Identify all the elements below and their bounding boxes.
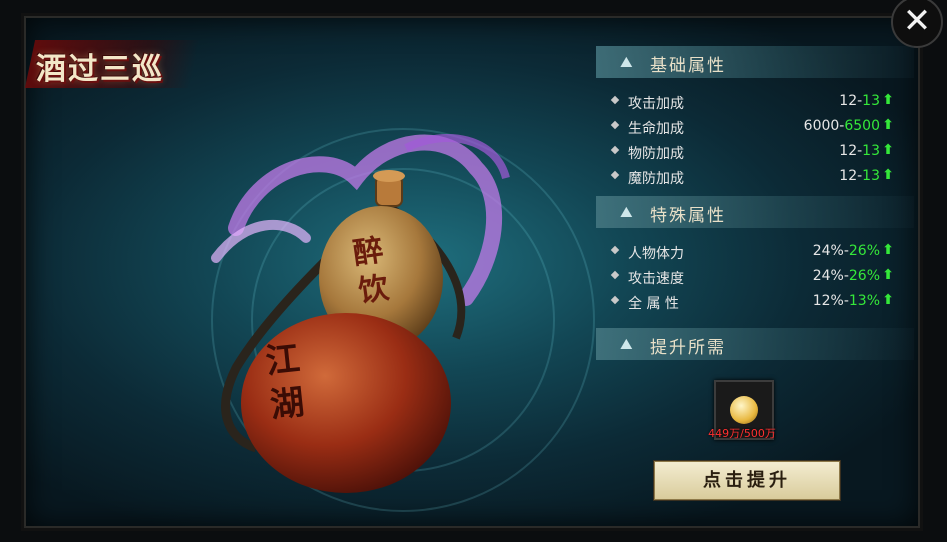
attr-row: 攻击加成 12-13 ⬆ — [606, 91, 906, 113]
attribute-panel: ⛰ 基础属性 攻击加成 12-13 ⬆ 生命加成 6000-6500 ⬆ 物防加… — [596, 30, 914, 522]
mountain-cloud-icon: ⛰ — [620, 335, 633, 353]
section-label: 提升所需 — [650, 338, 726, 358]
attr-value: 12-13 — [839, 93, 880, 109]
attr-name: 攻击加成 — [628, 96, 684, 112]
gourd-illustration — [211, 134, 510, 493]
attr-name: 攻击速度 — [628, 271, 684, 287]
attr-value: 6000-6500 — [803, 118, 880, 134]
attr-name: 生命加成 — [628, 121, 684, 137]
attr-name: 人物体力 — [628, 246, 684, 262]
diamond-bullet-icon — [610, 270, 620, 280]
up-arrow-icon: ⬆ — [882, 167, 894, 183]
attr-name: 全 属 性 — [628, 296, 679, 312]
attr-name: 物防加成 — [628, 146, 684, 162]
section-header-requirement: ⛰ 提升所需 — [596, 328, 914, 360]
upgrade-button[interactable]: 点击提升 — [654, 461, 840, 500]
up-arrow-icon: ⬆ — [882, 292, 894, 308]
section-header-basic: ⛰ 基础属性 — [596, 46, 914, 78]
attr-name: 魔防加成 — [628, 171, 684, 187]
window-title: 酒过三巡 — [36, 52, 164, 87]
attr-value: 12-13 — [839, 168, 880, 184]
coin-icon — [730, 396, 758, 424]
diamond-bullet-icon — [610, 245, 620, 255]
attr-value: 12%-13% — [812, 293, 880, 309]
attr-row: 攻击速度 24%-26% ⬆ — [606, 266, 906, 288]
diamond-bullet-icon — [610, 170, 620, 180]
section-label: 特殊属性 — [650, 206, 726, 226]
mountain-cloud-icon: ⛰ — [620, 203, 633, 221]
attr-row: 人物体力 24%-26% ⬆ — [606, 241, 906, 263]
diamond-bullet-icon — [610, 120, 620, 130]
section-label: 基础属性 — [650, 56, 726, 76]
required-item-count: 449万/500万 — [708, 427, 776, 440]
attr-row: 生命加成 6000-6500 ⬆ — [606, 116, 906, 138]
attr-row: 全 属 性 12%-13% ⬆ — [606, 291, 906, 313]
attr-value: 24%-26% — [812, 243, 880, 259]
up-arrow-icon: ⬆ — [882, 267, 894, 283]
up-arrow-icon: ⬆ — [882, 142, 894, 158]
diamond-bullet-icon — [610, 95, 620, 105]
attr-row: 物防加成 12-13 ⬆ — [606, 141, 906, 163]
attr-value: 24%-26% — [812, 268, 880, 284]
mountain-cloud-icon: ⛰ — [620, 53, 633, 71]
diamond-bullet-icon — [610, 145, 620, 155]
attr-value: 12-13 — [839, 143, 880, 159]
section-header-special: ⛰ 特殊属性 — [596, 196, 914, 228]
attr-row: 魔防加成 12-13 ⬆ — [606, 166, 906, 188]
up-arrow-icon: ⬆ — [882, 117, 894, 133]
diamond-bullet-icon — [610, 295, 620, 305]
up-arrow-icon: ⬆ — [882, 242, 894, 258]
up-arrow-icon: ⬆ — [882, 92, 894, 108]
